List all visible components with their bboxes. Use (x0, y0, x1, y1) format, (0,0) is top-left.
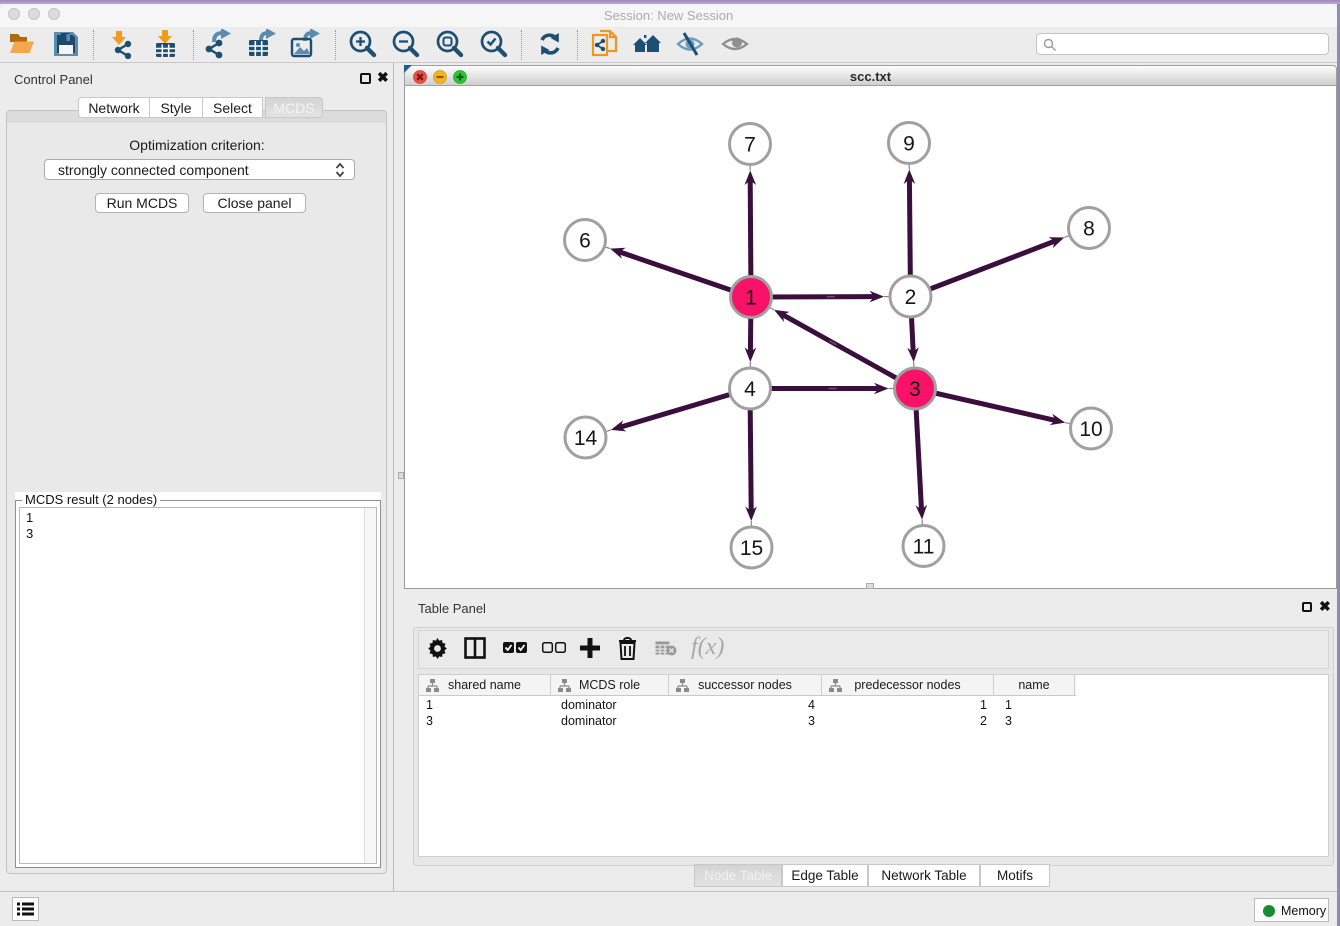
svg-text:10: 10 (1079, 418, 1102, 441)
svg-text:9: 9 (903, 133, 915, 156)
svg-text:8: 8 (1083, 218, 1095, 241)
svg-text:1: 1 (745, 287, 757, 310)
svg-text:11: 11 (913, 536, 935, 559)
svg-text:7: 7 (744, 134, 756, 157)
svg-text:14: 14 (574, 427, 598, 450)
svg-text:4: 4 (744, 378, 756, 401)
svg-text:15: 15 (740, 537, 763, 560)
svg-text:3: 3 (909, 378, 921, 401)
svg-text:2: 2 (905, 286, 917, 309)
svg-text:6: 6 (579, 230, 591, 253)
